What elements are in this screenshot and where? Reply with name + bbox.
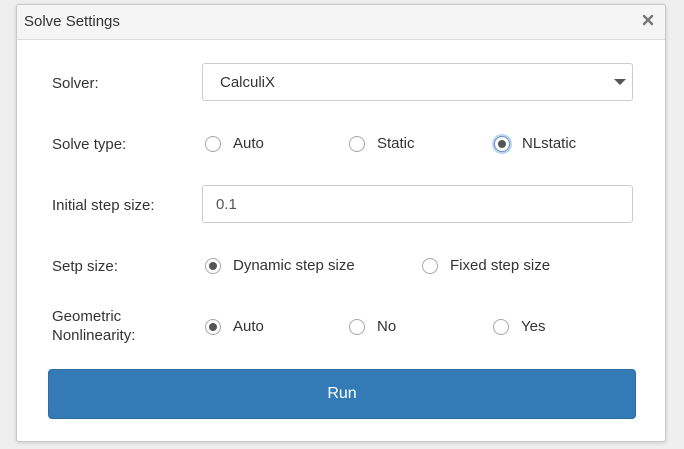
initial-step-label: Initial step size: (52, 197, 155, 214)
solver-select[interactable]: CalculiX (202, 63, 633, 101)
radio-circle[interactable] (349, 135, 365, 152)
radio-circle[interactable] (205, 135, 221, 152)
step-size-label: Setp size: (52, 258, 118, 275)
radio-label: No (377, 318, 397, 335)
radio-circle[interactable] (493, 318, 509, 335)
radio-circle-checked[interactable] (494, 135, 510, 152)
geometric-label-line1: Geometric (52, 308, 122, 325)
solve-type-radio-nlstatic[interactable]: NLstatic (494, 135, 576, 152)
geometric-label-line2: Nonlinearity: (52, 327, 136, 344)
solve-settings-dialog: Solve Settings Solver: CalculiX Solve ty… (16, 4, 666, 442)
initial-step-input[interactable] (202, 185, 633, 223)
step-size-radio-dynamic[interactable]: Dynamic step size (205, 257, 355, 274)
radio-circle[interactable] (422, 257, 438, 274)
radio-label: NLstatic (522, 135, 577, 152)
radio-label: Fixed step size (450, 257, 551, 274)
radio-circle[interactable] (349, 318, 365, 335)
solve-type-radio-static[interactable]: Static (349, 135, 415, 152)
geometric-radio-auto[interactable]: Auto (205, 318, 264, 335)
solve-type-label: Solve type: (52, 136, 127, 153)
chevron-down-icon (614, 79, 626, 85)
radio-label: Static (377, 135, 415, 152)
solver-label: Solver: (52, 75, 99, 92)
solver-selected-value: CalculiX (220, 74, 276, 91)
geometric-radio-no[interactable]: No (349, 318, 396, 335)
radio-circle-checked[interactable] (205, 318, 221, 335)
radio-label: Auto (233, 318, 264, 335)
step-size-radio-fixed[interactable]: Fixed step size (422, 257, 550, 274)
radio-label: Auto (233, 135, 264, 152)
run-button[interactable]: Run (48, 369, 636, 419)
radio-circle-checked[interactable] (205, 257, 221, 274)
solve-type-radio-auto[interactable]: Auto (205, 135, 264, 152)
geometric-radio-yes[interactable]: Yes (493, 318, 545, 335)
dialog-title: Solve Settings (24, 13, 120, 30)
radio-label: Yes (521, 318, 546, 335)
close-icon[interactable] (639, 11, 657, 29)
radio-label: Dynamic step size (233, 257, 355, 274)
dialog-titlebar: Solve Settings (17, 5, 665, 40)
